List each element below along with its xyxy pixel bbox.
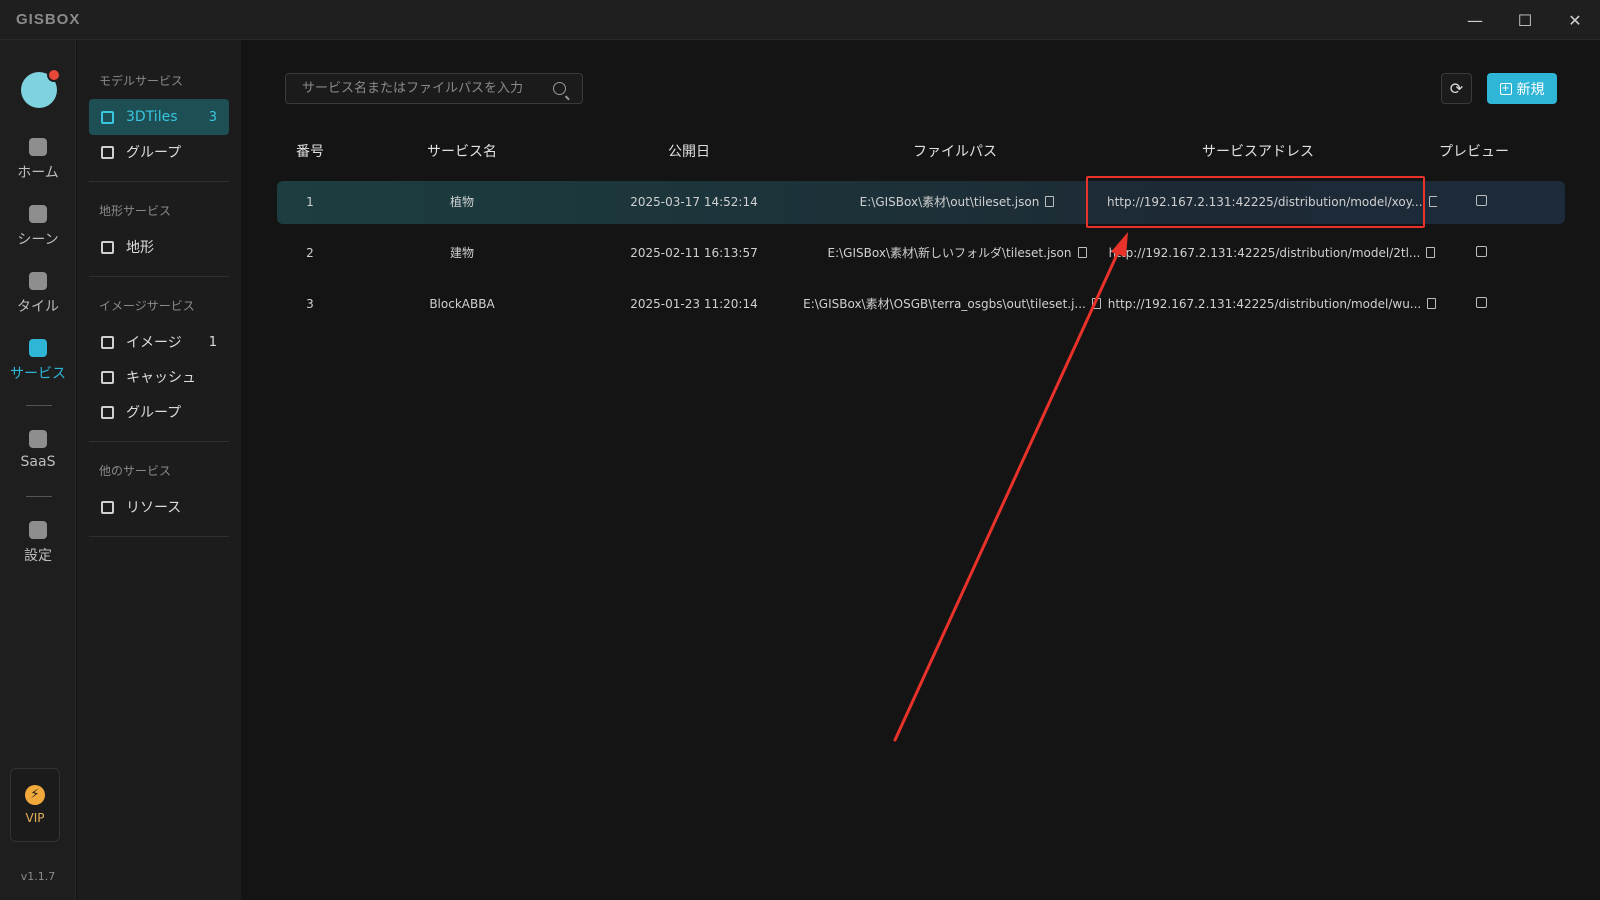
annotation-arrow-icon: [893, 232, 1128, 742]
